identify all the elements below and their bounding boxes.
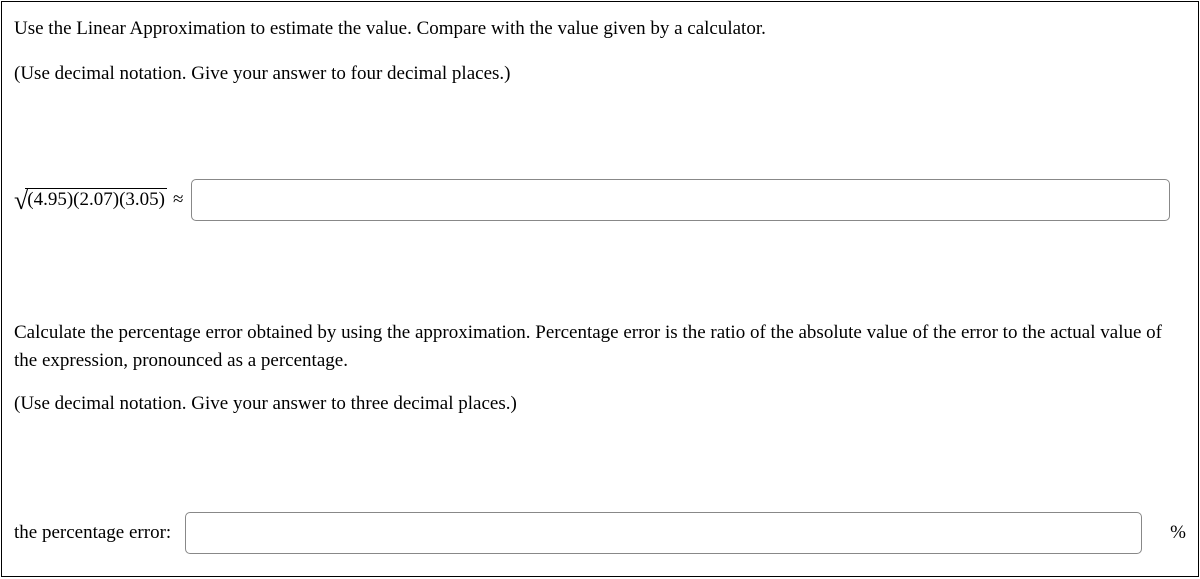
answer-input-1[interactable]	[191, 179, 1170, 221]
percentage-error-label: the percentage error:	[14, 522, 171, 544]
instruction-line-1: Use the Linear Approximation to estimate…	[14, 14, 1186, 43]
radicand-text: (4.95)(2.07)(3.05)	[25, 188, 167, 212]
question-1-row: √ (4.95)(2.07)(3.05) ≈	[14, 179, 1186, 221]
sqrt-expression: √ (4.95)(2.07)(3.05)	[14, 187, 167, 213]
approx-symbol: ≈	[173, 189, 183, 211]
percent-unit: %	[1170, 522, 1186, 544]
question-2-row: the percentage error: %	[14, 512, 1186, 554]
radical-icon: √	[14, 188, 28, 214]
answer-input-2[interactable]	[185, 512, 1142, 554]
instruction-line-3: Calculate the percentage error obtained …	[14, 319, 1186, 376]
question-2-instructions: Calculate the percentage error obtained …	[14, 319, 1186, 419]
instruction-line-2: (Use decimal notation. Give your answer …	[14, 59, 1186, 88]
instruction-line-4: (Use decimal notation. Give your answer …	[14, 390, 1186, 419]
question-container: Use the Linear Approximation to estimate…	[1, 1, 1199, 577]
